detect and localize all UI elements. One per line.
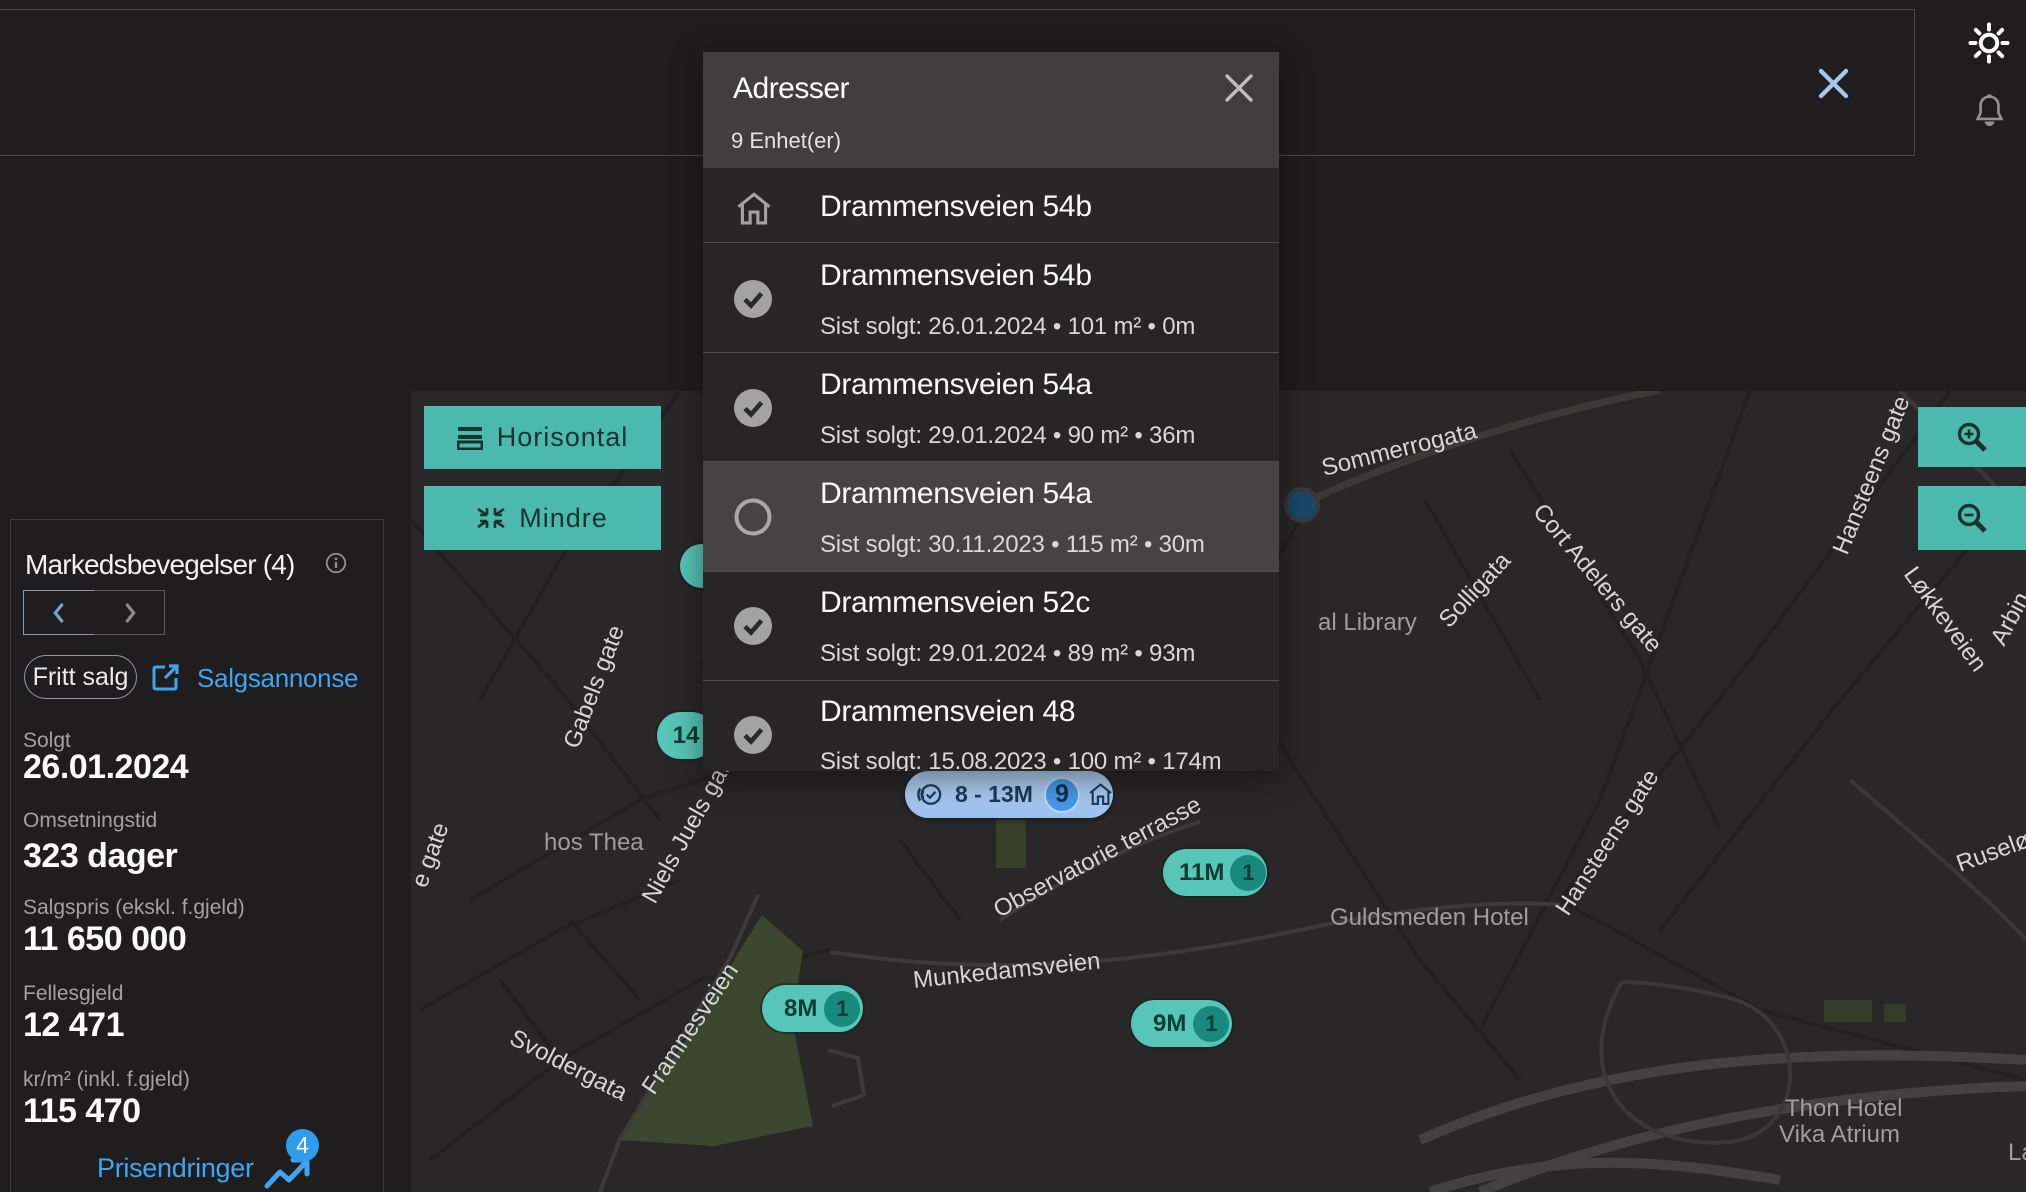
svg-text:La: La — [2008, 1139, 2026, 1166]
svg-text:Guldsmeden Hotel: Guldsmeden Hotel — [1330, 904, 1529, 931]
svg-text:hos Thea: hos Thea — [544, 829, 644, 856]
svg-text:Thon Hotel: Thon Hotel — [1785, 1095, 1902, 1122]
svg-text:al Library: al Library — [1318, 609, 1417, 636]
svg-text:Vika Atrium: Vika Atrium — [1779, 1121, 1900, 1148]
